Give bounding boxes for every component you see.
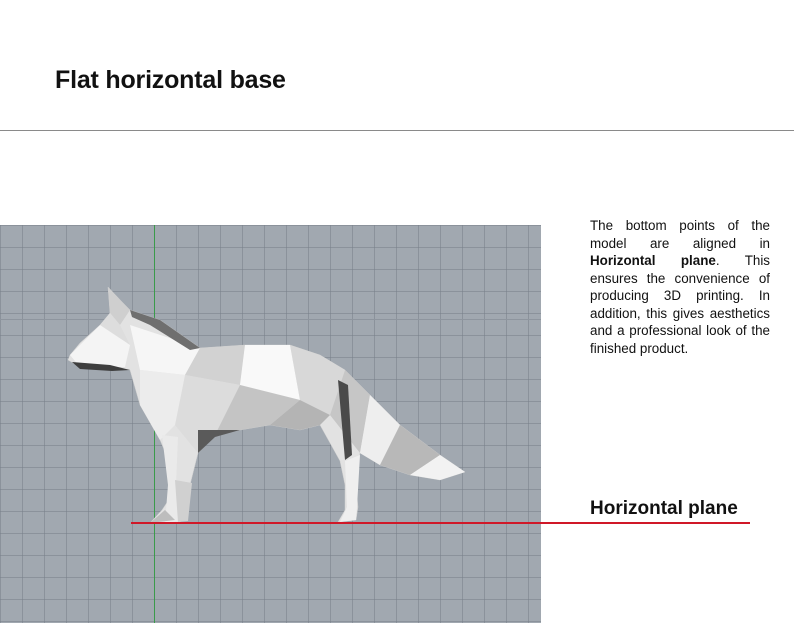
page-title: Flat horizontal base [55,66,286,94]
description-emphasis: Horizontal plane [590,253,716,268]
header-divider [0,130,794,131]
description-part-1: The bottom points of the model are align… [590,218,770,251]
description-part-2: . This ensures the convenience of produc… [590,253,770,356]
horizontal-plane-label: Horizontal plane [590,498,738,519]
low-poly-fox-icon[interactable] [0,225,541,623]
description-text: The bottom points of the model are align… [590,217,770,357]
model-viewport[interactable] [0,225,541,623]
horizontal-plane-line [131,522,750,524]
